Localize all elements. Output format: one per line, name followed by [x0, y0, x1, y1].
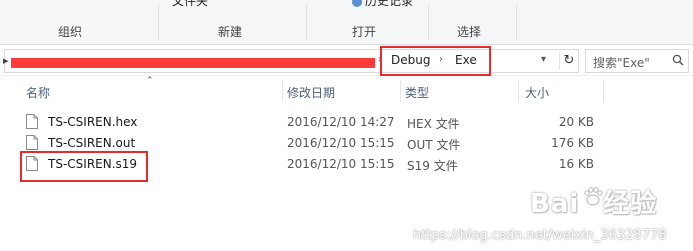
ribbon-fragment-folder[interactable]: 文件夹	[172, 0, 212, 9]
file-date: 2016/12/10 14:27	[287, 115, 395, 129]
watermark-url: https://blog.csdn.net/weixin_36328778	[413, 228, 667, 243]
redacted-path	[11, 58, 375, 68]
group-label-open: 打开	[352, 25, 377, 39]
chevron-right-icon: ▸	[3, 54, 9, 67]
file-size: 20 KB	[558, 115, 594, 129]
file-icon	[26, 135, 38, 150]
group-label-new: 新建	[218, 25, 243, 39]
chevron-down-icon[interactable]: ▾	[541, 54, 546, 65]
paw-icon	[584, 187, 603, 206]
file-name[interactable]: TS-CSIREN.out	[48, 136, 135, 150]
history-icon	[352, 0, 362, 7]
address-bar[interactable]: ▸ › Debug › Exe ▾ ↻	[3, 49, 579, 73]
search-box[interactable]: 搜索"Exe"	[585, 49, 689, 73]
annotation-highlight-file	[20, 151, 148, 182]
search-input[interactable]: 搜索"Exe"	[593, 54, 650, 71]
group-divider	[516, 4, 517, 40]
file-type: OUT 文件	[407, 138, 461, 152]
search-icon	[672, 54, 684, 66]
group-label-organize: 组织	[58, 25, 83, 39]
file-type: HEX 文件	[407, 117, 460, 131]
ribbon: 文件夹 历史记录 组织 新建 打开 选择	[0, 0, 693, 45]
column-header-size[interactable]: 大小	[519, 80, 603, 102]
group-divider	[158, 4, 159, 40]
file-name[interactable]: TS-CSIREN.hex	[48, 115, 137, 129]
file-date: 2016/12/10 15:15	[287, 136, 395, 150]
ribbon-fragment-history[interactable]: 历史记录	[352, 0, 422, 9]
file-date: 2016/12/10 15:15	[287, 157, 395, 171]
table-row[interactable]: TS-CSIREN.hex 2016/12/10 14:27 HEX 文件 20…	[22, 112, 602, 132]
group-divider	[428, 4, 429, 40]
file-type: S19 文件	[407, 159, 458, 173]
file-size: 16 KB	[558, 157, 594, 171]
file-size: 176 KB	[551, 136, 594, 150]
group-label-select: 选择	[457, 25, 482, 39]
file-icon	[26, 114, 38, 129]
file-list: ⌃ 名称 修改日期 类型 大小 TS-CSIREN.hex 2016/12/10…	[0, 76, 693, 251]
column-divider[interactable]	[603, 80, 604, 102]
column-header-type[interactable]: 类型	[401, 80, 518, 102]
column-header-date[interactable]: 修改日期	[283, 80, 400, 102]
column-header-name[interactable]: 名称	[20, 80, 282, 102]
table-row[interactable]: TS-CSIREN.out 2016/12/10 15:15 OUT 文件 17…	[22, 133, 602, 153]
annotation-highlight-path	[380, 46, 491, 76]
group-divider	[306, 4, 307, 40]
refresh-icon: ↻	[563, 53, 575, 68]
address-row: ▸ › Debug › Exe ▾ ↻ 搜索"Exe"	[0, 45, 693, 76]
refresh-button[interactable]: ↻	[559, 52, 578, 70]
